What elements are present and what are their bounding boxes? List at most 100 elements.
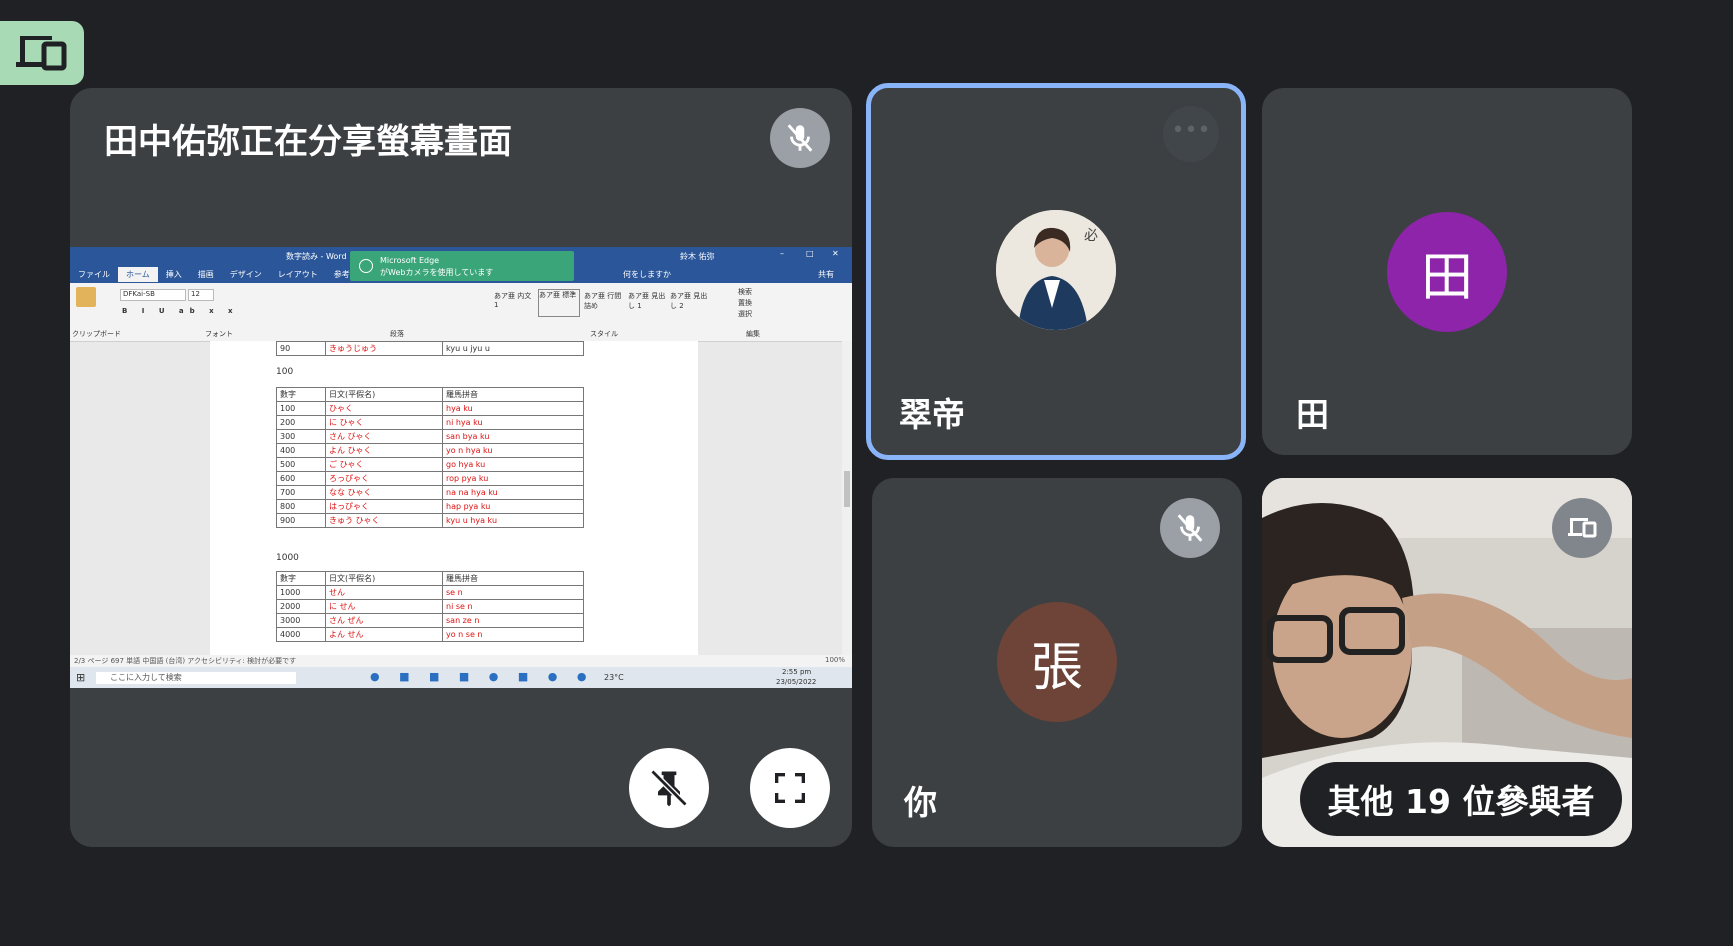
table-header-row: 數字 日文(平假名) 羅馬拼音 [276, 571, 584, 586]
presenting-badge[interactable] [0, 21, 84, 85]
cell: kyu u hya ku [442, 513, 584, 528]
cell: san ze n [442, 613, 584, 628]
hundreds-table: 數字 日文(平假名) 羅馬拼音 100 ひゃく hya ku 200 に ひゃく ni hya … [276, 387, 584, 528]
cell: yo n se n [442, 627, 584, 642]
maximize-icon[interactable]: □ [806, 249, 814, 258]
table-row: 600 ろっぴゃく rop pya ku [276, 471, 584, 486]
group-label: フォント [205, 330, 233, 338]
font-size-box[interactable]: 12 [188, 289, 214, 301]
cell: ni se n [442, 599, 584, 614]
participant-tile-1[interactable]: 田 田 [1262, 88, 1632, 455]
clock-date[interactable]: 23/05/2022 [776, 678, 816, 686]
minimize-icon[interactable]: – [780, 249, 784, 258]
style-item[interactable]: あア亜 内文1 [494, 291, 534, 309]
paste-icon[interactable] [76, 287, 96, 307]
toast-text: がWebカメラを使用しています [380, 268, 494, 277]
word-title: 数字読み - Word [286, 252, 347, 261]
avatar-initial: 田 [1387, 212, 1507, 332]
cell: go hya ku [442, 457, 584, 472]
participant-name: 你 [904, 783, 937, 822]
windows-taskbar: ⊞ ここに入力して検索 ● ■ ■ ■ ● ■ ● ● 23°C 2:55 pm… [70, 667, 852, 688]
tab-insert[interactable]: 挿入 [158, 267, 190, 282]
cell: よん ひゃく [325, 443, 443, 458]
tab-home[interactable]: ホーム [118, 267, 158, 282]
table-row: 2000 に せん ni se n [276, 599, 584, 614]
taskbar-apps: ● ■ ■ ■ ● ■ ● ● [370, 670, 595, 683]
find-item[interactable]: 選択 [738, 309, 752, 320]
cell: hap pya ku [442, 499, 584, 514]
avatar-initial: 張 [997, 602, 1117, 722]
find-item[interactable]: 検索 [738, 287, 752, 298]
table-row: 1000 せん se n [276, 585, 584, 600]
share-button[interactable]: 共有 [810, 267, 842, 282]
find-item[interactable]: 置換 [738, 298, 752, 309]
sharing-title: 田中佑弥正在分享螢幕畫面 [104, 122, 512, 162]
cell: はっぴゃく [325, 499, 443, 514]
tab-file[interactable]: ファイル [70, 267, 118, 282]
font-name-box[interactable]: DFKai-SB [120, 289, 186, 301]
cell: san bya ku [442, 429, 584, 444]
table-row: 100 ひゃく hya ku [276, 401, 584, 416]
cell: なな ひゃく [325, 485, 443, 500]
word-ribbon: DFKai-SB 12 B I U ab x x あア亜 内文1 あア亜 標準 … [70, 283, 852, 342]
weather[interactable]: 23°C [604, 673, 624, 682]
tab-design[interactable]: デザイン [222, 267, 270, 282]
webcam-icon [359, 259, 373, 273]
table-row: 4000 よん せん yo n se n [276, 627, 584, 642]
unpin-icon [650, 769, 688, 807]
tab-draw[interactable]: 描画 [190, 267, 222, 282]
cell: さん ぜん [325, 613, 443, 628]
header-cell: 數字 [276, 571, 326, 586]
taskbar-search[interactable]: ここに入力して検索 [96, 672, 296, 684]
participant-tile-0[interactable]: ••• 必 翠帝 [866, 83, 1246, 460]
style-item[interactable]: あア亜 行間詰め [584, 291, 624, 311]
document-page[interactable]: 90 きゅうじゅう kyu u jyu u 100 數字 日文(平假名) 羅馬拼音 100… [210, 341, 698, 655]
section-heading: 100 [276, 367, 294, 377]
cell: 200 [276, 415, 326, 430]
table-row: 200 に ひゃく ni hya ku [276, 415, 584, 430]
edge-webcam-toast[interactable]: Microsoft Edge がWebカメラを使用しています [350, 251, 574, 281]
document-scrollbar[interactable] [842, 341, 852, 655]
cell: 2000 [276, 599, 326, 614]
presenter-mic-off-button[interactable] [770, 108, 830, 168]
cell: 800 [276, 499, 326, 514]
style-item[interactable]: あア亜 標準 [538, 289, 580, 317]
tab-layout[interactable]: レイアウト [270, 267, 326, 282]
scroll-thumb[interactable] [844, 471, 850, 507]
participant-tile-self[interactable]: 張 你 [872, 478, 1242, 847]
cell: ろっぴゃく [325, 471, 443, 486]
table-row: 800 はっぴゃく hap pya ku [276, 499, 584, 514]
group-label: 編集 [746, 330, 760, 338]
table-row: 3000 さん ぜん san ze n [276, 613, 584, 628]
windows-start-icon[interactable]: ⊞ [76, 671, 85, 684]
participant-name: 翠帝 [899, 395, 965, 434]
find-group: 検索 置換 選択 [738, 287, 752, 320]
other-participants-button[interactable]: 其他 19 位參與者 [1300, 762, 1622, 836]
unpin-button[interactable] [629, 748, 709, 828]
cell: 100 [276, 401, 326, 416]
group-label: 段落 [390, 330, 404, 338]
search-hint[interactable]: 何をしますか [615, 267, 679, 282]
style-item[interactable]: あア亜 見出し 2 [670, 291, 710, 311]
style-item[interactable]: あア亜 見出し 1 [628, 291, 668, 311]
present-screen-icon [16, 36, 67, 71]
self-mic-off-button[interactable] [1160, 498, 1220, 558]
cell: ni hya ku [442, 415, 584, 430]
style-gallery: あア亜 内文1 あア亜 標準 あア亜 行間詰め あア亜 見出し 1 あア亜 見出… [494, 287, 707, 321]
cell: yo n hya ku [442, 443, 584, 458]
cell: きゅう ひゃく [325, 513, 443, 528]
header-cell: 數字 [276, 387, 326, 402]
table-row: 300 さん びゃく san bya ku [276, 429, 584, 444]
zoom-level[interactable]: 100% [825, 656, 845, 664]
cell: hya ku [442, 401, 584, 416]
word-user: 鈴木 佑弥 [680, 252, 715, 261]
thousands-table: 數字 日文(平假名) 羅馬拼音 1000 せん se n 2000 に せん ni se n 30… [276, 571, 584, 642]
clock-time[interactable]: 2:55 pm [782, 668, 811, 676]
fullscreen-button[interactable] [750, 748, 830, 828]
close-icon[interactable]: ✕ [832, 249, 839, 258]
cell: 3000 [276, 613, 326, 628]
header-cell: 羅馬拼音 [442, 387, 584, 402]
font-format-buttons[interactable]: B I U ab x x [122, 307, 239, 315]
section-heading: 1000 [276, 553, 299, 563]
more-options-icon[interactable]: ••• [1163, 106, 1219, 162]
